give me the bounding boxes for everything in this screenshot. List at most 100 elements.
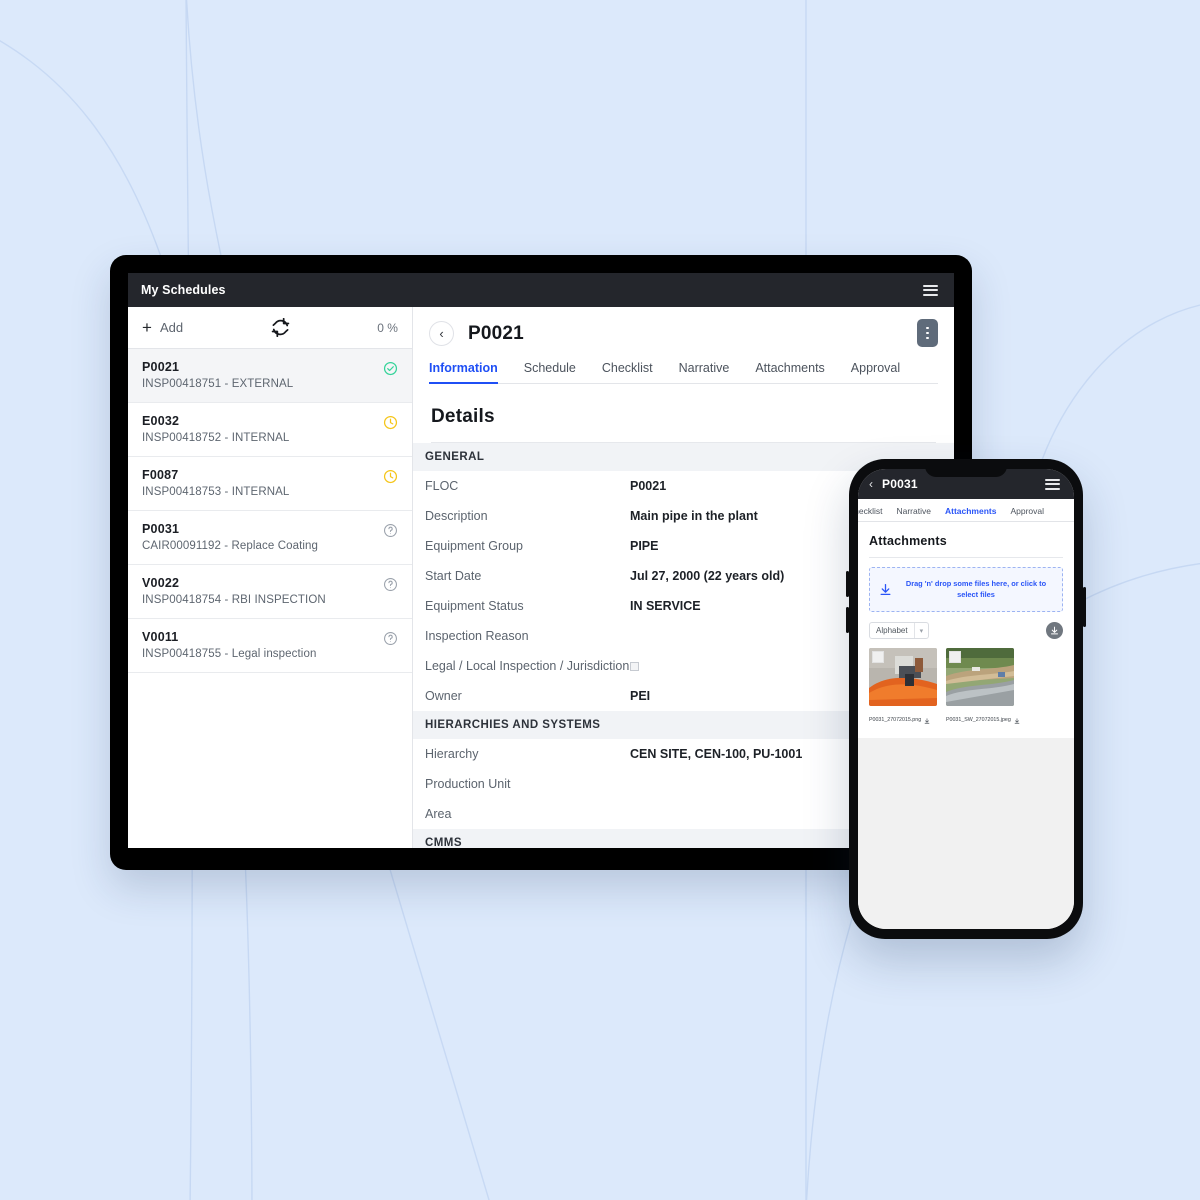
detail-field-label: Equipment Status [425,599,524,613]
tab-schedule[interactable]: Schedule [524,361,576,384]
phone-title: P0031 [882,477,918,491]
detail-header: ‹ P0021 Information Schedule Checklist Narr… [413,307,954,384]
phone-device-frame: ‹ P0031 Checklist Narrative Attachments App… [846,459,1086,939]
schedule-list-item[interactable]: P0021 INSP00418751 - EXTERNAL [128,349,412,403]
detail-field-value: P0021 [630,479,667,493]
schedule-item-status [383,576,398,597]
schedule-item-status [383,630,398,651]
question-circle-icon [384,632,397,645]
phone-tab-approval[interactable]: Approval [1010,506,1044,521]
tab-approval[interactable]: Approval [851,361,900,384]
phone-attachments-panel: Attachments Drag 'n' drop some files her… [858,522,1074,739]
attachment-select-checkbox[interactable] [872,651,884,664]
power-button[interactable] [1083,587,1086,627]
attachment-thumbnails: P0031_27072015.png P0031_SW_27072015.jpeg [869,648,1063,729]
clock-circle-icon [383,469,398,484]
download-icon [880,584,891,596]
schedule-list-item[interactable]: E0032 INSP00418752 - INTERNAL [128,403,412,457]
detail-field-label: Hierarchy [425,747,479,761]
detail-field-value: Main pipe in the plant [630,509,758,523]
detail-field-label: Equipment Group [425,539,523,553]
schedule-item-code: V0011 [142,630,179,644]
tab-attachments[interactable]: Attachments [755,361,824,384]
app-topbar: My Schedules [128,273,954,307]
attachment-select-checkbox[interactable] [949,651,961,664]
download-all-button[interactable] [1046,622,1063,640]
detail-field-label: Description [425,509,488,523]
schedule-item-description: INSP00418752 - INTERNAL [142,432,290,444]
details-heading-block: Details [413,384,954,443]
detail-field-value: IN SERVICE [630,599,701,613]
phone-section-title: Attachments [869,534,947,548]
sort-select-value: Alphabet [876,626,908,636]
schedule-item-status [383,360,398,381]
add-button[interactable]: + Add [142,319,183,336]
sort-select[interactable]: Alphabet ▾ [869,622,930,640]
schedule-item-code: E0032 [142,414,180,428]
volume-down-button[interactable] [846,607,849,633]
schedule-list-item[interactable]: V0011 INSP00418755 - Legal inspection [128,619,412,673]
detail-field-checkbox[interactable] [630,662,639,671]
detail-field-value: PEI [630,689,651,703]
detail-field-label: Owner [425,689,462,703]
chevron-left-icon[interactable]: ‹ [429,321,454,346]
schedule-item-description: INSP00418755 - Legal inspection [142,648,317,660]
detail-field-label: Start Date [425,569,482,583]
phone-empty-area [858,738,1074,929]
detail-field-label: FLOC [425,479,459,493]
phone-attachment-controls: Alphabet ▾ [869,622,1063,640]
hamburger-icon[interactable] [920,282,941,299]
chevron-left-icon[interactable]: ‹ [869,477,873,491]
phone-tab-narrative[interactable]: Narrative [896,506,930,521]
desktop-screen: My Schedules + Add 0 % P0021 INSP0041875… [128,273,954,848]
question-circle-icon [384,578,397,591]
schedule-list-item[interactable]: F0087 INSP00418753 - INTERNAL [128,457,412,511]
schedule-list-item[interactable]: P0031 CAIR00091192 - Replace Coating [128,511,412,565]
schedule-item-status [383,468,398,489]
schedule-item-status [383,522,398,543]
phone-tab-attachments[interactable]: Attachments [945,506,996,521]
tab-information[interactable]: Information [429,361,498,384]
desktop-device-frame: My Schedules + Add 0 % P0021 INSP0041875… [110,255,972,870]
detail-field-label: Production Unit [425,777,511,791]
schedule-item-code: P0021 [142,360,180,374]
download-icon[interactable] [924,711,930,729]
attachment-item[interactable]: P0031_27072015.png [869,648,937,729]
detail-field-label: Legal / Local Inspection / Jurisdiction [425,659,630,673]
detail-title: P0021 [468,322,524,344]
phone-topbar: ‹ P0031 [858,469,1074,499]
schedule-item-description: INSP00418753 - INTERNAL [142,486,290,498]
app-body: + Add 0 % P0021 INSP00418751 - EXTERNAL E0… [128,307,954,848]
attachment-item[interactable]: P0031_SW_27072015.jpeg [946,648,1020,729]
chevron-down-icon: ▾ [919,627,924,635]
attachment-thumbnail[interactable] [869,648,937,707]
detail-tabs: Information Schedule Checklist Narrative Att… [429,361,938,384]
tab-narrative[interactable]: Narrative [679,361,730,384]
schedule-item-status [383,414,398,435]
hamburger-icon[interactable] [1042,476,1063,493]
add-button-label: Add [159,320,184,335]
attachment-filename: P0031_SW_27072015.jpeg [946,717,1011,724]
divider [869,557,1063,558]
tab-checklist[interactable]: Checklist [602,361,653,384]
dropzone-label: Drag 'n' drop some files here, or click … [905,579,1047,599]
detail-field-value: CEN SITE, CEN-100, PU-1001 [630,747,803,761]
refresh-icon[interactable] [271,318,290,337]
detail-field-label: Area [425,807,452,821]
schedule-list-item[interactable]: V0022 INSP00418754 - RBI INSPECTION [128,565,412,619]
schedule-item-code: P0031 [142,522,180,536]
plus-icon: + [142,318,152,337]
schedule-list: P0021 INSP00418751 - EXTERNAL E0032 INSP004… [128,349,412,673]
schedule-list-pane: + Add 0 % P0021 INSP00418751 - EXTERNAL E0… [128,307,413,848]
schedule-item-description: CAIR00091192 - Replace Coating [142,540,319,552]
app-title: My Schedules [141,283,226,297]
file-dropzone[interactable]: Drag 'n' drop some files here, or click … [869,567,1063,613]
more-vertical-icon[interactable] [917,319,938,347]
volume-up-button[interactable] [846,571,849,597]
attachment-thumbnail[interactable] [946,648,1014,707]
phone-tab-checklist[interactable]: Checklist [858,506,882,521]
progress-percent: 0 % [377,320,398,335]
download-icon[interactable] [1014,711,1020,729]
phone-tabs: Checklist Narrative Attachments Approval [858,499,1074,522]
page-title: Details [431,406,495,427]
